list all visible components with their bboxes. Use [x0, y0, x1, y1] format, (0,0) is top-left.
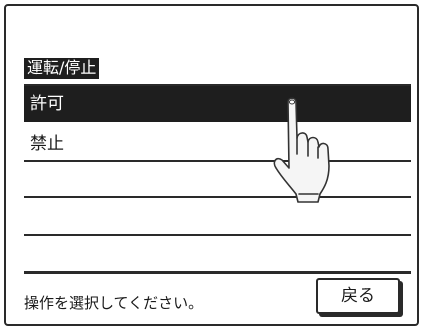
footer-divider [24, 271, 411, 274]
option-item-permit[interactable]: 許可 [24, 86, 411, 122]
control-panel-screen: 運転/停止 許可 禁止 操作を選択してください。 戻る [4, 4, 419, 326]
page-title: 運転/停止 [24, 58, 100, 79]
option-label: 禁止 [30, 134, 64, 154]
option-label: 許可 [30, 94, 64, 114]
option-item-empty-2 [24, 200, 411, 236]
option-item-empty-1 [24, 162, 411, 198]
tap-hand-icon [273, 97, 330, 203]
status-message: 操作を選択してください。 [24, 294, 204, 312]
option-item-prohibit[interactable]: 禁止 [24, 126, 411, 162]
back-button[interactable]: 戻る [316, 278, 400, 314]
